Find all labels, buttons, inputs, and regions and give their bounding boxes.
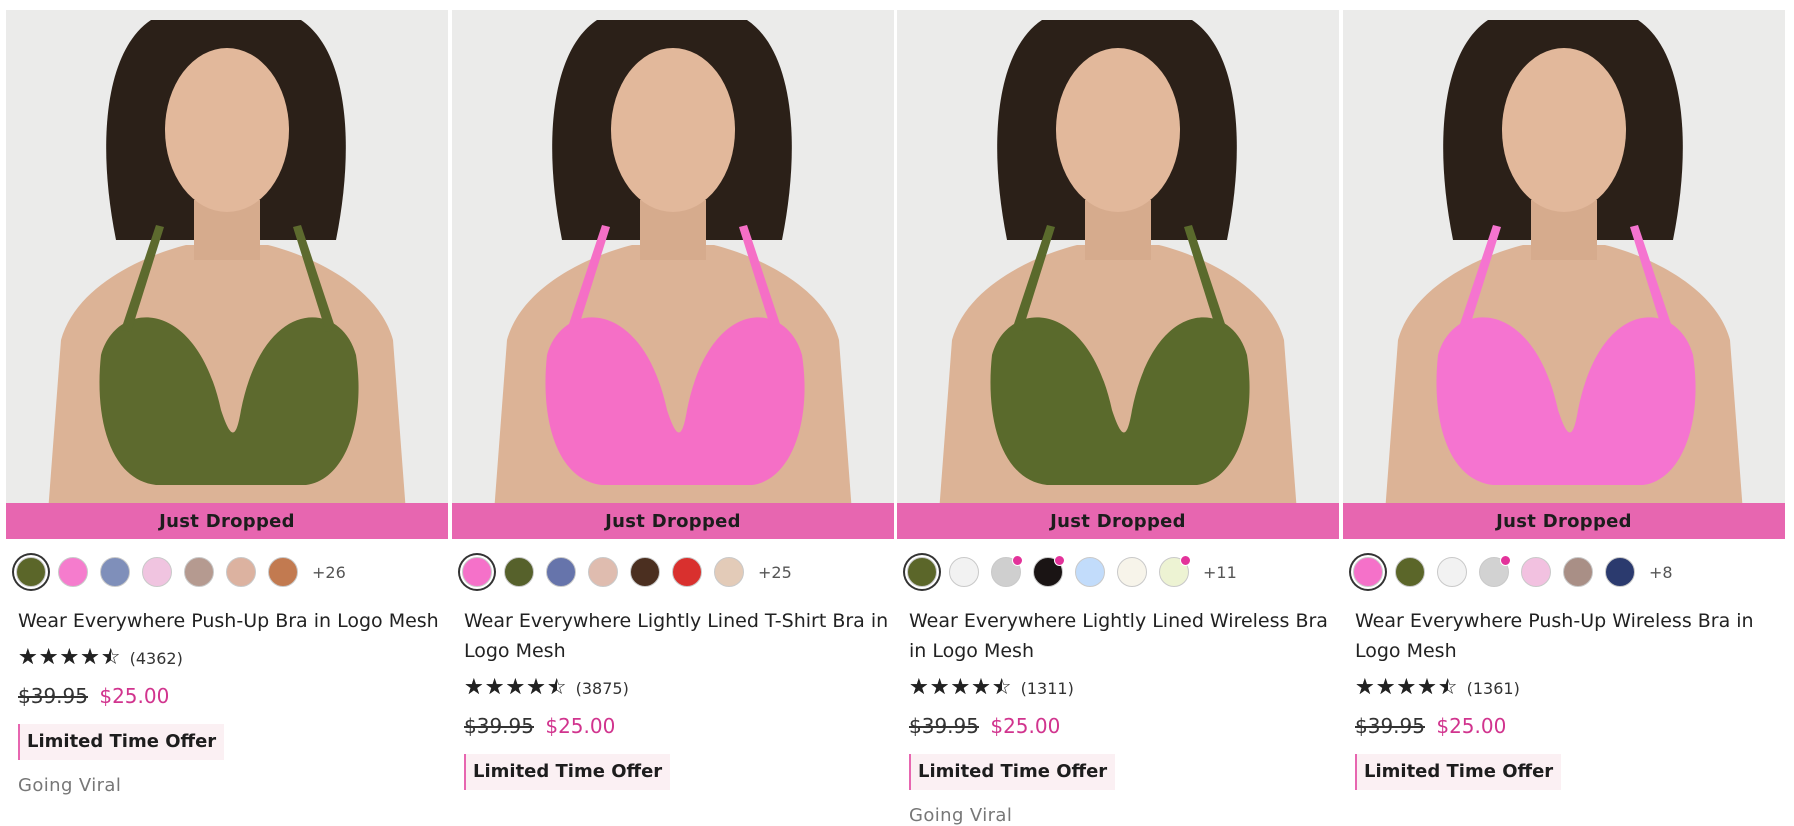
color-swatch[interactable] xyxy=(1437,557,1467,587)
product-card[interactable]: Just Dropped +8 Wear Everywhere Push-Up … xyxy=(1343,10,1785,826)
review-count: (3875) xyxy=(575,678,629,698)
model-photo xyxy=(897,10,1339,539)
more-colors-link[interactable]: +11 xyxy=(1203,563,1237,582)
star-rating-icon: ☆☆☆☆☆ ★★★★★ xyxy=(909,675,1013,700)
more-colors-link[interactable]: +8 xyxy=(1649,563,1673,582)
product-rating[interactable]: ☆☆☆☆☆ ★★★★★ (1311) xyxy=(909,674,1334,702)
model-photo xyxy=(452,10,894,539)
limited-offer-label: Limited Time Offer xyxy=(464,754,671,790)
product-title[interactable]: Wear Everywhere Lightly Lined T-Shirt Br… xyxy=(464,606,889,666)
just-dropped-badge: Just Dropped xyxy=(452,503,894,539)
face xyxy=(1056,48,1180,212)
face xyxy=(1502,48,1626,212)
color-swatch[interactable] xyxy=(630,557,660,587)
product-price: $39.95 $25.00 xyxy=(464,712,889,740)
color-swatch[interactable] xyxy=(714,557,744,587)
new-color-dot-icon xyxy=(1054,555,1065,566)
color-swatch[interactable] xyxy=(672,557,702,587)
product-image[interactable]: Just Dropped xyxy=(897,10,1339,539)
color-swatch[interactable] xyxy=(184,557,214,587)
face xyxy=(611,48,735,212)
color-swatch[interactable] xyxy=(1033,555,1065,587)
color-swatch[interactable] xyxy=(1075,557,1105,587)
more-colors-link[interactable]: +26 xyxy=(312,563,346,582)
model-photo xyxy=(6,10,448,539)
color-swatches: +26 xyxy=(16,554,346,590)
color-swatch[interactable] xyxy=(504,557,534,587)
sale-price: $25.00 xyxy=(1436,714,1507,738)
sale-price: $25.00 xyxy=(545,714,616,738)
product-title[interactable]: Wear Everywhere Push-Up Bra in Logo Mesh xyxy=(18,606,443,636)
product-card[interactable]: Just Dropped +11 Wear Everywhere Lightly… xyxy=(897,10,1339,826)
original-price: $39.95 xyxy=(464,714,534,738)
color-swatch[interactable] xyxy=(100,557,130,587)
color-swatch[interactable] xyxy=(1395,557,1425,587)
product-price: $39.95 $25.00 xyxy=(1355,712,1780,740)
limited-offer-label: Limited Time Offer xyxy=(1355,754,1562,790)
color-swatch[interactable] xyxy=(1563,557,1593,587)
product-card[interactable]: Just Dropped +26 Wear Everywhere Push-Up… xyxy=(6,10,448,826)
color-swatch[interactable] xyxy=(588,557,618,587)
star-rating-icon: ☆☆☆☆☆ ★★★★★ xyxy=(464,675,568,700)
product-price: $39.95 $25.00 xyxy=(18,682,443,710)
color-swatch[interactable] xyxy=(268,557,298,587)
color-swatch[interactable] xyxy=(226,557,256,587)
color-swatch[interactable] xyxy=(546,557,576,587)
original-price: $39.95 xyxy=(909,714,979,738)
product-info: Wear Everywhere Lightly Lined Wireless B… xyxy=(909,606,1334,826)
review-count: (4362) xyxy=(129,648,183,668)
color-swatch[interactable] xyxy=(1117,557,1147,587)
color-swatch[interactable] xyxy=(142,557,172,587)
limited-offer-label: Limited Time Offer xyxy=(909,754,1116,790)
color-swatch[interactable] xyxy=(1521,557,1551,587)
color-swatch[interactable] xyxy=(462,557,492,587)
sale-price: $25.00 xyxy=(99,684,170,708)
more-colors-link[interactable]: +25 xyxy=(758,563,792,582)
product-rating[interactable]: ☆☆☆☆☆ ★★★★★ (1361) xyxy=(1355,674,1780,702)
product-title[interactable]: Wear Everywhere Push-Up Wireless Bra in … xyxy=(1355,606,1780,666)
product-price: $39.95 $25.00 xyxy=(909,712,1334,740)
color-swatch[interactable] xyxy=(1605,557,1635,587)
product-grid: Just Dropped +26 Wear Everywhere Push-Up… xyxy=(6,10,1786,826)
color-swatch[interactable] xyxy=(1479,555,1511,587)
just-dropped-badge: Just Dropped xyxy=(897,503,1339,539)
product-rating[interactable]: ☆☆☆☆☆ ★★★★★ (4362) xyxy=(18,644,443,672)
color-swatch[interactable] xyxy=(907,557,937,587)
original-price: $39.95 xyxy=(1355,714,1425,738)
review-count: (1361) xyxy=(1466,678,1520,698)
new-color-dot-icon xyxy=(1500,555,1511,566)
model-photo xyxy=(1343,10,1785,539)
star-rating-icon: ☆☆☆☆☆ ★★★★★ xyxy=(1355,675,1459,700)
color-swatch[interactable] xyxy=(949,557,979,587)
color-swatch[interactable] xyxy=(16,557,46,587)
product-image[interactable]: Just Dropped xyxy=(1343,10,1785,539)
just-dropped-badge: Just Dropped xyxy=(1343,503,1785,539)
going-viral-tag: Going Viral xyxy=(18,775,122,796)
product-image[interactable]: Just Dropped xyxy=(452,10,894,539)
color-swatch[interactable] xyxy=(1353,557,1383,587)
product-title[interactable]: Wear Everywhere Lightly Lined Wireless B… xyxy=(909,606,1334,666)
color-swatch[interactable] xyxy=(58,557,88,587)
product-card[interactable]: Just Dropped +25 Wear Everywhere Lightly… xyxy=(452,10,894,826)
product-info: Wear Everywhere Push-Up Bra in Logo Mesh… xyxy=(18,606,443,796)
limited-offer-label: Limited Time Offer xyxy=(18,724,225,760)
going-viral-tag: Going Viral xyxy=(909,805,1013,826)
review-count: (1311) xyxy=(1020,678,1074,698)
sale-price: $25.00 xyxy=(990,714,1061,738)
star-rating-icon: ☆☆☆☆☆ ★★★★★ xyxy=(18,645,122,670)
new-color-dot-icon xyxy=(1012,555,1023,566)
product-rating[interactable]: ☆☆☆☆☆ ★★★★★ (3875) xyxy=(464,674,889,702)
color-swatch[interactable] xyxy=(991,555,1023,587)
color-swatches: +11 xyxy=(907,554,1237,590)
face xyxy=(165,48,289,212)
product-image[interactable]: Just Dropped xyxy=(6,10,448,539)
product-info: Wear Everywhere Lightly Lined T-Shirt Br… xyxy=(464,606,889,790)
color-swatch[interactable] xyxy=(1159,555,1191,587)
new-color-dot-icon xyxy=(1180,555,1191,566)
product-info: Wear Everywhere Push-Up Wireless Bra in … xyxy=(1355,606,1780,790)
original-price: $39.95 xyxy=(18,684,88,708)
just-dropped-badge: Just Dropped xyxy=(6,503,448,539)
color-swatches: +25 xyxy=(462,554,792,590)
color-swatches: +8 xyxy=(1353,554,1673,590)
